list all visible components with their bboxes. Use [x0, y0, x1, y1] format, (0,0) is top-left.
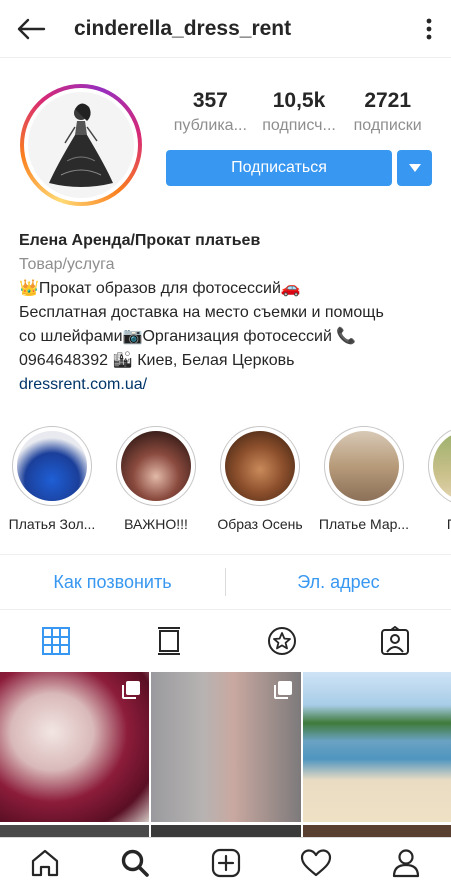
post-thumbnail[interactable] — [303, 825, 451, 837]
nav-activity[interactable] — [271, 838, 361, 887]
star-badge-icon — [267, 627, 296, 655]
highlight-item[interactable]: Образ Осень — [208, 426, 312, 536]
post-thumbnail[interactable] — [151, 825, 301, 837]
profile-bio: Елена Аренда/Прокат платьев Товар/услуга… — [19, 229, 439, 397]
search-icon — [122, 849, 150, 877]
following-count[interactable]: 2721 подписки — [343, 88, 432, 138]
dress-sketch-icon — [49, 103, 113, 187]
post-thumbnail[interactable] — [0, 825, 149, 837]
posts-grid — [0, 672, 451, 837]
highlight-image — [17, 431, 87, 501]
profile-stats: 357 публика... 10,5k подписч... 2721 под… — [166, 88, 432, 138]
profile-category: Товар/услуга — [19, 256, 115, 273]
call-button[interactable]: Как позвонить — [0, 572, 225, 593]
profile-tabs — [0, 612, 451, 670]
tab-grid[interactable] — [0, 612, 113, 670]
highlight-image — [329, 431, 399, 501]
post-thumbnail[interactable] — [303, 672, 451, 822]
profile-full-name: Елена Аренда/Прокат платьев — [19, 232, 261, 249]
heart-icon — [300, 848, 331, 876]
caret-down-icon — [408, 164, 421, 172]
back-button[interactable] — [0, 0, 62, 58]
bio-line: 👑Прокат образов для фотосессий🚗 — [19, 280, 301, 297]
profile-username: cinderella_dress_rent — [74, 16, 292, 40]
tagged-icon — [380, 626, 409, 655]
more-options-button[interactable] — [407, 0, 451, 58]
highlight-item[interactable]: ВАЖНО!!! — [104, 426, 208, 536]
contact-bar: Как позвонить Эл. адрес — [0, 554, 451, 610]
arrow-left-icon — [17, 18, 46, 39]
tab-tagged[interactable] — [338, 612, 451, 670]
bio-line: со шлейфами📷Организация фотосессий 📞 — [19, 328, 357, 345]
multiple-photos-icon — [274, 681, 292, 699]
nav-home[interactable] — [0, 838, 90, 887]
bottom-navigation — [0, 837, 451, 887]
suggested-dropdown-button[interactable] — [397, 150, 432, 186]
story-highlights: Платья Зол... ВАЖНО!!! Образ Осень Плать… — [0, 426, 451, 536]
nav-search[interactable] — [90, 838, 180, 887]
tab-feed[interactable] — [113, 612, 226, 670]
followers-count[interactable]: 10,5k подписч... — [255, 88, 344, 138]
top-bar: cinderella_dress_rent — [0, 0, 451, 58]
post-thumbnail[interactable] — [0, 672, 149, 822]
profile-avatar[interactable] — [20, 84, 142, 206]
website-link[interactable]: dressrent.com.ua/ — [19, 373, 439, 397]
post-thumbnail[interactable] — [151, 672, 301, 822]
avatar-image — [28, 92, 134, 198]
more-vertical-icon — [426, 18, 432, 39]
profile-icon — [392, 848, 420, 877]
multiple-photos-icon — [122, 681, 140, 699]
feed-icon — [158, 627, 181, 655]
nav-add[interactable] — [180, 838, 270, 887]
highlight-item[interactable]: Платье Мар... — [312, 426, 416, 536]
posts-count[interactable]: 357 публика... — [166, 88, 255, 138]
nav-profile[interactable] — [361, 838, 451, 887]
highlight-image — [433, 431, 451, 501]
follow-button[interactable]: Подписаться — [166, 150, 392, 186]
add-icon — [211, 848, 240, 877]
bio-line: 0964648392 🏙 Киев, Белая Церковь — [19, 352, 295, 369]
highlight-item[interactable]: Платья Зол... — [0, 426, 104, 536]
bio-line: Бесплатная доставка на место съемки и по… — [19, 304, 384, 321]
home-icon — [31, 849, 59, 876]
grid-icon — [42, 627, 71, 655]
tab-featured[interactable] — [226, 612, 339, 670]
highlight-image — [225, 431, 295, 501]
email-button[interactable]: Эл. адрес — [226, 572, 451, 593]
highlight-item[interactable]: Плат... — [416, 426, 451, 536]
highlight-image — [121, 431, 191, 501]
